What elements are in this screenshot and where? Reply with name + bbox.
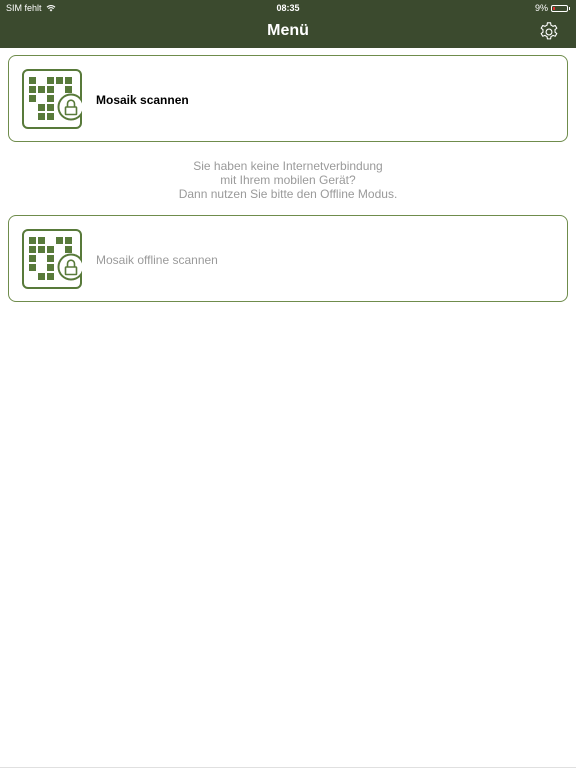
status-battery: 9% [534,3,570,13]
offline-scan-label: Mosaik offline scannen [96,252,218,267]
scan-mosaic-label: Mosaik scannen [96,92,189,107]
header-bar: SIM fehlt 08:35 9% Menü [0,0,576,48]
battery-percent: 9% [534,3,548,13]
page-title: Menü [267,22,309,39]
scan-mosaic-button[interactable]: Mosaik scannen [8,55,568,142]
gear-icon [540,22,558,40]
mosaic-lock-icon [22,69,82,129]
settings-button[interactable] [538,21,560,43]
offline-hint: Sie haben keine Internetverbindung mit I… [0,159,576,201]
offline-scan-button[interactable]: Mosaik offline scannen [8,215,568,302]
mosaic-lock-icon [22,229,82,289]
offline-hint-line: Dann nutzen Sie bitte den Offline Modus. [178,187,398,201]
battery-icon [551,4,570,12]
offline-hint-line: mit Ihrem mobilen Gerät? [220,173,356,187]
offline-hint-line: Sie haben keine Internetverbindung [193,159,383,173]
status-time: 08:35 [276,3,300,13]
